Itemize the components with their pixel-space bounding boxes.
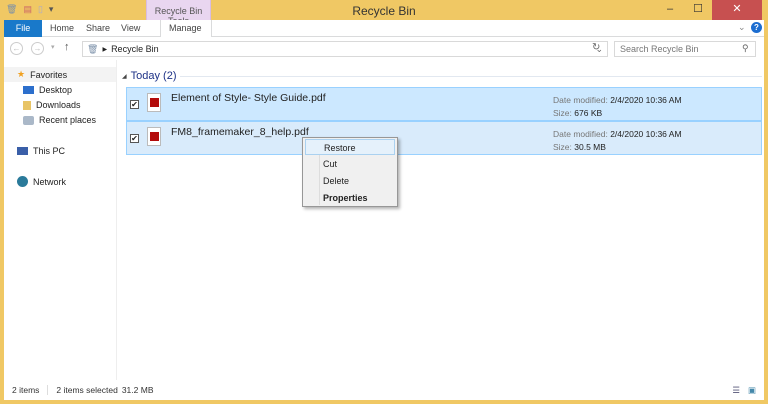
nav-label: Favorites	[30, 69, 68, 80]
up-button[interactable]: ↑	[64, 41, 70, 53]
recent-places-icon	[23, 115, 34, 125]
pdf-file-icon	[147, 93, 161, 112]
nav-network[interactable]: Network	[17, 176, 66, 187]
file-meta: Date modified: 2/4/2020 10:36 AM Size: 30…	[553, 128, 682, 154]
nav-label: Downloads	[36, 100, 81, 110]
minimize-button[interactable]: –	[656, 0, 684, 20]
nav-label: This PC	[33, 146, 66, 156]
nav-favorites[interactable]: ★ Favorites	[17, 69, 67, 80]
pdf-file-icon	[147, 127, 161, 146]
address-bar[interactable]: 🗑 ▶ Recycle Bin ⌄	[82, 41, 608, 57]
help-icon[interactable]: ?	[751, 22, 762, 33]
size-value: 676 KB	[574, 108, 603, 118]
nav-this-pc[interactable]: This PC	[17, 146, 65, 156]
menu-item-restore[interactable]: Restore	[305, 139, 395, 155]
network-icon	[17, 176, 28, 187]
file-row[interactable]: ✔ Element of Style- Style Guide.pdf Date…	[126, 87, 762, 121]
menu-item-delete[interactable]: Delete	[305, 173, 395, 189]
tab-manage[interactable]: Manage	[160, 20, 212, 37]
nav-label: Recent places	[39, 115, 97, 125]
menu-item-cut[interactable]: Cut	[305, 156, 395, 172]
nav-label: Desktop	[39, 85, 73, 95]
refresh-button[interactable]: ↻	[592, 42, 600, 53]
status-item-count: 2 items	[12, 385, 40, 395]
nav-downloads[interactable]: Downloads	[23, 100, 81, 110]
computer-icon	[17, 147, 28, 155]
date-label: Date modified:	[553, 95, 608, 105]
star-icon: ★	[17, 69, 26, 79]
row-checkbox[interactable]: ✔	[130, 100, 139, 109]
status-selected: 2 items selected	[56, 385, 118, 395]
details-view-icon[interactable]: ☰	[732, 385, 740, 396]
breadcrumb-recycle-bin[interactable]: Recycle Bin	[111, 44, 159, 54]
desktop-icon	[23, 86, 34, 94]
maximize-button[interactable]: ☐	[684, 0, 712, 20]
tab-file[interactable]: File	[4, 20, 42, 37]
window-title: Recycle Bin	[352, 4, 416, 18]
file-name: Element of Style- Style Guide.pdf	[171, 92, 326, 104]
group-header-today[interactable]: ◢ Today (2)	[122, 70, 762, 82]
group-label: Today (2)	[130, 70, 177, 82]
menu-item-properties[interactable]: Properties	[305, 190, 395, 206]
status-size: 31.2 MB	[121, 385, 154, 395]
row-checkbox[interactable]: ✔	[130, 134, 139, 143]
downloads-icon	[23, 100, 31, 110]
nav-recent-places[interactable]: Recent places	[23, 115, 96, 125]
date-value: 2/4/2020 10:36 AM	[610, 129, 682, 139]
pane-divider[interactable]	[116, 60, 117, 380]
file-name: FM8_framemaker_8_help.pdf	[171, 126, 309, 138]
recycle-bin-icon: 🗑	[87, 43, 99, 54]
tab-view[interactable]: View	[113, 20, 148, 37]
recent-locations-icon[interactable]: ▾	[51, 43, 55, 51]
date-value: 2/4/2020 10:36 AM	[610, 95, 682, 105]
size-label: Size:	[553, 142, 572, 152]
expand-ribbon-icon[interactable]: ⌄	[738, 22, 746, 33]
file-row[interactable]: ✔ FM8_framemaker_8_help.pdf Date modifie…	[126, 121, 762, 155]
date-label: Date modified:	[553, 129, 608, 139]
size-label: Size:	[553, 108, 572, 118]
collapse-icon[interactable]: ◢	[122, 73, 127, 80]
nav-desktop[interactable]: Desktop	[23, 85, 72, 95]
large-icons-view-icon[interactable]: ▣	[748, 385, 756, 396]
nav-label: Network	[33, 176, 67, 187]
close-button[interactable]: ✕	[712, 0, 762, 20]
search-input[interactable]: Search Recycle Bin	[614, 41, 756, 57]
status-divider	[47, 385, 49, 395]
breadcrumb-chevron-icon[interactable]: ▶	[102, 46, 107, 53]
context-menu: Restore Cut Delete Properties	[302, 137, 398, 207]
tab-home[interactable]: Home	[42, 20, 82, 37]
search-icon[interactable]: ⚲	[742, 43, 749, 54]
size-value: 30.5 MB	[574, 142, 606, 152]
file-meta: Date modified: 2/4/2020 10:36 AM Size: 67…	[553, 94, 682, 120]
status-bar: 2 items 2 items selected 31.2 MB ☰ ▣	[4, 380, 764, 400]
forward-button[interactable]: →	[31, 42, 44, 55]
back-button[interactable]: ←	[10, 42, 23, 55]
group-divider	[180, 75, 762, 77]
